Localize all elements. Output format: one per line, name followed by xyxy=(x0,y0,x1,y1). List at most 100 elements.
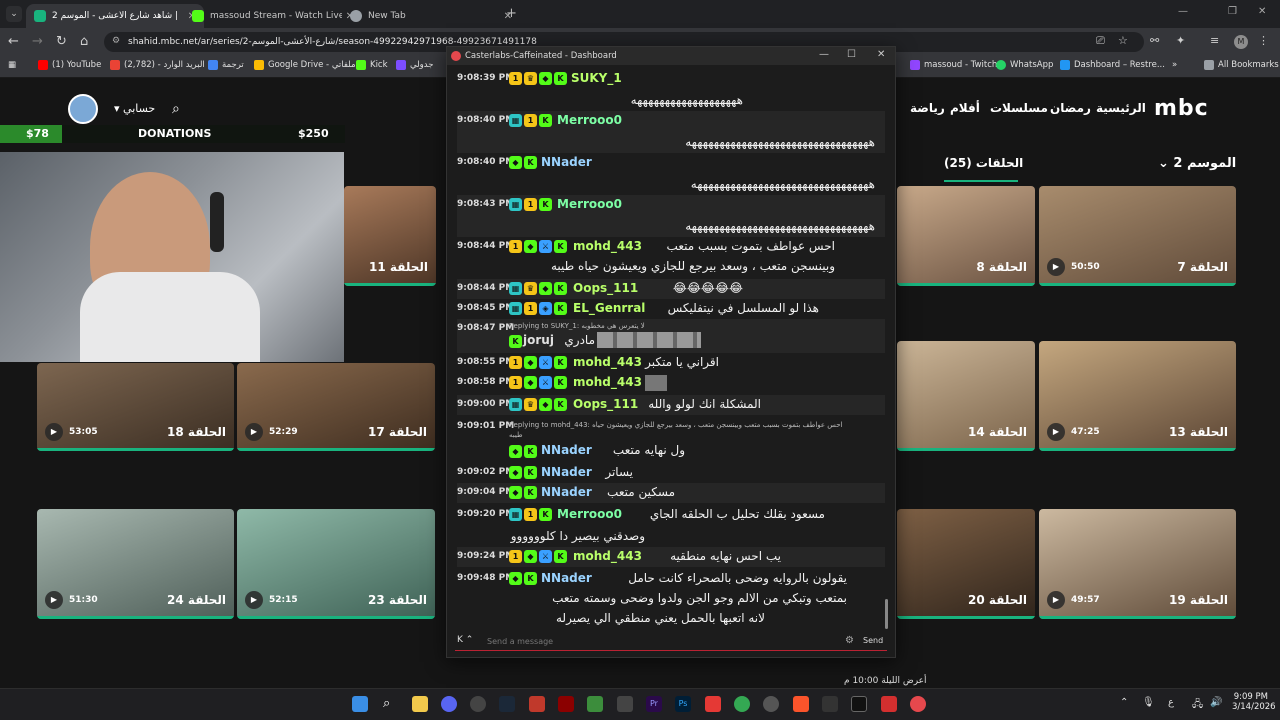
brave-icon[interactable] xyxy=(793,696,809,712)
bookmark-whatsapp[interactable]: WhatsApp xyxy=(996,60,1053,70)
app-icon[interactable] xyxy=(881,696,897,712)
tab-search-button[interactable]: ⌄ xyxy=(6,6,22,22)
episode-card[interactable]: ▶ 51:30 الحلقة 24 xyxy=(37,509,234,619)
restore-icon[interactable]: ❐ xyxy=(1228,6,1237,17)
avatar[interactable] xyxy=(68,94,98,124)
chat-message[interactable]: 9:08:58 PM 1 ◆ ⚔ K mohd_443 xyxy=(457,373,885,393)
extension-icon[interactable]: ⚯ xyxy=(1150,34,1159,47)
app-icon[interactable] xyxy=(617,696,633,712)
bookmark-drive[interactable]: Google Drive - ملفاتي xyxy=(254,60,356,70)
home-icon[interactable]: ⌂ xyxy=(80,34,88,49)
chat-input[interactable]: Send a message xyxy=(487,637,553,646)
username[interactable]: EL_Genrral xyxy=(573,301,645,315)
app-icon[interactable] xyxy=(763,696,779,712)
premiere-icon[interactable]: Pr xyxy=(646,696,662,712)
episode-card[interactable]: ▶ 47:25 الحلقة 13 xyxy=(1039,341,1236,451)
chat-message[interactable]: 9:08:44 PM 1 ◆ ⚔ K mohd_443 احس عواطف بتموت… xyxy=(457,237,885,279)
back-icon[interactable]: ← xyxy=(8,34,19,49)
chat-message[interactable]: 9:09:04 PM ◆ K NNader مسكين متعب xyxy=(457,483,885,503)
forward-icon[interactable]: → xyxy=(32,34,43,49)
username[interactable]: mohd_443 xyxy=(573,355,642,369)
language-indicator[interactable]: ع xyxy=(1168,697,1174,708)
file-explorer-icon[interactable] xyxy=(412,696,428,712)
app-icon[interactable] xyxy=(587,696,603,712)
app-icon[interactable] xyxy=(529,696,545,712)
all-bookmarks[interactable]: All Bookmarks xyxy=(1204,60,1279,70)
volume-icon[interactable]: 🔊 xyxy=(1210,697,1222,708)
casterlabs-icon[interactable] xyxy=(910,696,926,712)
tab-search-icon[interactable]: ≡ xyxy=(1210,34,1219,47)
episode-card[interactable]: الحلقة 11 xyxy=(344,186,436,286)
chat-message[interactable]: 9:08:55 PM 1 ◆ ⚔ K mohd_443 اقراني يا متكبر xyxy=(457,353,885,373)
bookmark-restream[interactable]: Dashboard – Restre... xyxy=(1060,60,1165,70)
nav-ramadan[interactable]: رمضان xyxy=(1050,101,1091,115)
play-icon[interactable]: ▶ xyxy=(245,423,263,441)
new-tab-button[interactable]: + xyxy=(506,6,517,21)
chat-message[interactable]: 9:08:43 PM ▦ 1 K Merrooo0 هههههههههههههههه… xyxy=(457,195,885,237)
app-icon[interactable] xyxy=(851,696,867,712)
nav-home[interactable]: الرئيسية xyxy=(1096,101,1146,115)
chat-message[interactable]: 9:08:45 PM ▦ 1 ◈ K EL_Genrral هذا لو المسلس… xyxy=(457,299,885,319)
nav-sports[interactable]: رياضة xyxy=(910,101,945,115)
username[interactable]: mohd_443 xyxy=(573,375,642,389)
close-icon[interactable]: ✕ xyxy=(877,49,885,60)
play-icon[interactable]: ▶ xyxy=(45,423,63,441)
chat-message[interactable]: 9:09:02 PM ◆ K NNader يساتر xyxy=(457,463,885,483)
bookmark-twitch[interactable]: massoud - Twitch xyxy=(910,60,997,70)
tab-kick[interactable]: massoud Stream - Watch Live o ✕ xyxy=(184,4,362,28)
episode-card[interactable]: الحلقة 14 xyxy=(897,341,1035,451)
minimize-icon[interactable]: — xyxy=(819,49,829,60)
reload-icon[interactable]: ↻ xyxy=(56,34,67,49)
episode-card[interactable]: الحلقة 20 xyxy=(897,509,1035,619)
close-window-icon[interactable]: ✕ xyxy=(1258,6,1266,17)
username[interactable]: NNader xyxy=(541,571,592,585)
clock[interactable]: 9:09 PM 3/14/2026 xyxy=(1232,692,1276,712)
menu-icon[interactable]: ⋮ xyxy=(1258,34,1269,47)
maximize-icon[interactable]: ☐ xyxy=(847,49,856,60)
network-icon[interactable]: 🖧 xyxy=(1192,697,1203,714)
mbc-logo[interactable]: mbc xyxy=(1154,96,1209,121)
discord-icon[interactable] xyxy=(441,696,457,712)
app-icon[interactable] xyxy=(470,696,486,712)
episode-card[interactable]: ▶ 49:57 الحلقة 19 xyxy=(1039,509,1236,619)
play-icon[interactable]: ▶ xyxy=(245,591,263,609)
steam-icon[interactable] xyxy=(499,696,515,712)
tab-shahid[interactable]: شاهد شارع الأعشى - الموسم 2 | ✕ xyxy=(26,4,204,28)
chat-message[interactable]: 9:09:01 PM Replying to mohd_443: احس عوا… xyxy=(457,417,885,459)
puzzle-icon[interactable]: ✦ xyxy=(1176,34,1185,47)
play-icon[interactable]: ▶ xyxy=(45,591,63,609)
minimize-icon[interactable]: — xyxy=(1178,6,1188,17)
username[interactable]: Oops_111 xyxy=(573,281,638,295)
apps-icon[interactable]: ▦ xyxy=(8,60,16,70)
username[interactable]: NNader xyxy=(541,443,592,457)
app-icon[interactable] xyxy=(558,696,574,712)
bookmark-kick[interactable]: Kick xyxy=(356,60,388,70)
username[interactable]: SUKY_1 xyxy=(571,71,622,85)
app-icon[interactable] xyxy=(705,696,721,712)
episodes-tab[interactable]: الحلقات (25) xyxy=(944,156,1023,170)
search-icon[interactable]: ⌕ xyxy=(383,696,399,712)
username[interactable]: Merrooo0 xyxy=(557,197,622,211)
username[interactable]: Merrooo0 xyxy=(557,113,622,127)
episode-card[interactable]: ▶ 50:50 الحلقة 7 xyxy=(1039,186,1236,286)
username[interactable]: Oops_111 xyxy=(573,397,638,411)
episode-card[interactable]: ▶ 52:29 الحلقة 17 xyxy=(237,363,435,451)
play-icon[interactable]: ▶ xyxy=(1047,591,1065,609)
chat-message[interactable]: 9:09:24 PM 1 ◆ ⚔ K mohd_443 يب احس نهايه من… xyxy=(457,547,885,567)
play-icon[interactable]: ▶ xyxy=(1047,258,1065,276)
chat-message[interactable]: 9:08:39 PM 1 ♛ ◆ K SUKY_1 ههههههههههههههههه… xyxy=(457,69,885,111)
episode-card[interactable]: ▶ 52:15 الحلقة 23 xyxy=(237,509,435,619)
install-icon[interactable]: ⎚ xyxy=(1096,34,1105,48)
search-icon[interactable]: ⌕ xyxy=(172,101,180,117)
kick-platform-icon[interactable]: K ⌃ xyxy=(457,635,473,645)
site-info-icon[interactable]: ⚙ xyxy=(112,36,120,46)
tray-chevron-icon[interactable]: ⌃ xyxy=(1120,697,1128,708)
profile-avatar[interactable]: M xyxy=(1234,35,1248,49)
play-icon[interactable]: ▶ xyxy=(1047,423,1065,441)
start-icon[interactable] xyxy=(352,696,368,712)
account-menu[interactable]: ▾ حسابي xyxy=(114,102,155,115)
chat-message[interactable]: 9:09:20 PM ▦ 1 K Merrooo0 مسعود بقلك تحليل… xyxy=(457,505,885,547)
microphone-icon[interactable]: 🎙 xyxy=(1142,697,1155,708)
tab-newtab[interactable]: New Tab ✕ xyxy=(342,4,520,28)
nav-series[interactable]: مسلسلات xyxy=(990,101,1048,115)
